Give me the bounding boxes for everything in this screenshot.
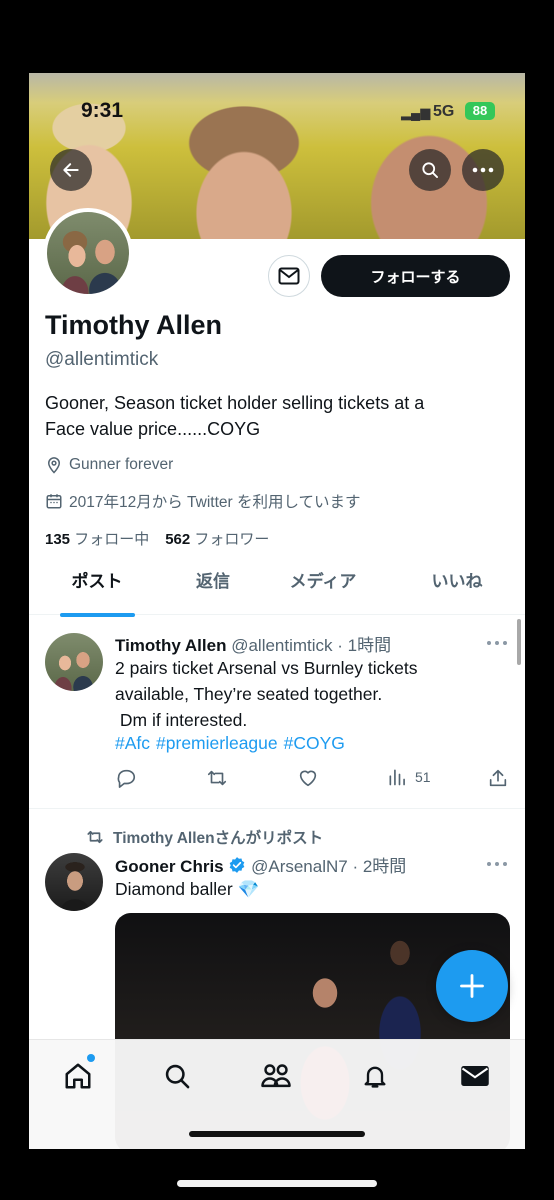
message-button[interactable] — [268, 255, 310, 297]
location-pin-icon — [47, 457, 61, 474]
followers-count: 562 — [165, 531, 191, 548]
tweet-divider — [29, 808, 525, 809]
repost-indicator[interactable]: Timothy Allenさんがリポスト — [85, 826, 323, 848]
profile-joined: 2017年12月から Twitter を利用しています — [45, 490, 361, 512]
retweet-icon — [87, 830, 103, 844]
profile-avatar[interactable] — [43, 208, 133, 298]
people-icon — [261, 1064, 291, 1088]
tweet-actions: 51 — [115, 767, 509, 793]
joined-text: 2017年12月から Twitter を利用しています — [69, 494, 361, 511]
hashtag-link[interactable]: #premierleague — [156, 733, 278, 754]
search-icon — [422, 162, 438, 178]
calendar-icon — [46, 494, 62, 509]
heart-icon — [299, 770, 317, 787]
hashtag-link[interactable]: #Afc — [115, 733, 150, 754]
profile-bio: Gooner, Season ticket holder selling tic… — [45, 390, 515, 442]
retweet-icon — [207, 770, 227, 786]
nav-explore[interactable] — [157, 1058, 197, 1094]
hashtag-link[interactable]: #COYG — [284, 733, 345, 754]
follow-button[interactable]: フォローする — [321, 255, 510, 297]
tweet-author[interactable]: Timothy Allen — [115, 636, 226, 655]
tweet-avatar[interactable] — [45, 633, 103, 691]
plus-icon — [460, 974, 484, 998]
tweet-header: Timothy Allen @allentimtick · 1時間 — [115, 631, 391, 656]
profile-tabs: ポスト 返信 メディア いいね — [29, 567, 525, 615]
battery-level: 88 — [465, 102, 495, 120]
views-button[interactable]: 51 — [387, 767, 431, 787]
verified-badge-icon — [230, 857, 245, 873]
tweet-text-line: 2 pairs ticket Arsenal vs Burnley ticket… — [115, 658, 418, 678]
tweet-author[interactable]: Gooner Chris — [115, 857, 224, 876]
mail-icon — [278, 267, 300, 285]
bio-line-2: Face value price......COYG — [45, 419, 261, 439]
more-icon — [472, 167, 494, 173]
location-text: Gunner forever — [69, 456, 174, 473]
status-time: 9:31 — [81, 99, 124, 122]
tweet-avatar[interactable] — [45, 853, 103, 911]
home-indicator[interactable] — [189, 1131, 365, 1137]
system-home-bar[interactable] — [177, 1180, 377, 1187]
scrollbar[interactable] — [517, 619, 521, 665]
tweet-more-icon[interactable] — [485, 859, 509, 869]
reply-icon — [117, 769, 136, 788]
home-icon — [65, 1063, 91, 1089]
tweet-text-line: Dm if interested. — [115, 710, 248, 730]
reply-button[interactable] — [115, 767, 137, 789]
tweet-text: Diamond baller 💎 — [115, 879, 260, 899]
tweet-hashtags: #Afc #premierleague #COYG — [115, 733, 345, 754]
tab-media[interactable]: メディア — [275, 567, 371, 615]
following-count: 135 — [45, 531, 71, 548]
tab-posts[interactable]: ポスト — [49, 567, 145, 615]
network-type: 5G — [433, 103, 455, 120]
tweet-meta[interactable]: @ArsenalN7 · 2時間 — [251, 857, 406, 876]
profile-name: Timothy Allen — [45, 310, 223, 340]
bio-line-1: Gooner, Season ticket holder selling tic… — [45, 393, 425, 413]
share-icon — [489, 769, 507, 787]
views-icon — [389, 769, 405, 786]
active-tab-indicator — [60, 613, 135, 617]
tweet-text: 2 pairs ticket Arsenal vs Burnley ticket… — [115, 655, 417, 733]
bell-icon — [364, 1066, 386, 1088]
tab-replies[interactable]: 返信 — [165, 567, 261, 615]
signal-icon: ▂▄▆ — [401, 105, 431, 120]
tweet-text-line: available, They’re seated together. — [115, 684, 383, 704]
like-button[interactable] — [297, 767, 319, 789]
search-button[interactable] — [409, 149, 451, 191]
nav-notifications[interactable] — [355, 1058, 395, 1094]
back-button[interactable] — [50, 149, 92, 191]
followers-label: フォロワー — [194, 531, 270, 548]
views-count: 51 — [415, 769, 431, 785]
more-button[interactable] — [462, 149, 504, 191]
tab-likes[interactable]: いいね — [409, 567, 505, 615]
compose-button[interactable] — [436, 950, 508, 1022]
follow-stats: 135 フォロー中 562 フォロワー — [45, 528, 269, 549]
envelope-icon — [461, 1066, 489, 1086]
repost-label: Timothy Allenさんがリポスト — [113, 830, 324, 847]
following-label: フォロー中 — [74, 531, 150, 548]
tweet-header: Gooner Chris @ArsenalN7 · 2時間 — [115, 852, 406, 877]
share-button[interactable] — [487, 767, 509, 789]
profile-location: Gunner forever — [45, 456, 173, 474]
home-notification-dot — [87, 1054, 95, 1062]
back-arrow-icon — [63, 163, 79, 177]
status-bar: 9:31 ▂▄▆ 5G 88 — [29, 99, 525, 129]
profile-handle: @allentimtick — [45, 349, 159, 370]
retweet-button[interactable] — [205, 767, 229, 789]
tweet-more-icon[interactable] — [485, 638, 509, 648]
phone-screen: 9:31 ▂▄▆ 5G 88 フォローする Timothy Allen @all… — [29, 73, 525, 1149]
nav-communities[interactable] — [256, 1058, 296, 1094]
following-link[interactable]: 135 フォロー中 — [45, 528, 149, 549]
search-icon — [165, 1064, 190, 1089]
nav-home[interactable] — [58, 1058, 98, 1094]
nav-messages[interactable] — [455, 1058, 495, 1094]
followers-link[interactable]: 562 フォロワー — [165, 528, 269, 549]
tweet-meta[interactable]: @allentimtick · 1時間 — [231, 636, 391, 655]
